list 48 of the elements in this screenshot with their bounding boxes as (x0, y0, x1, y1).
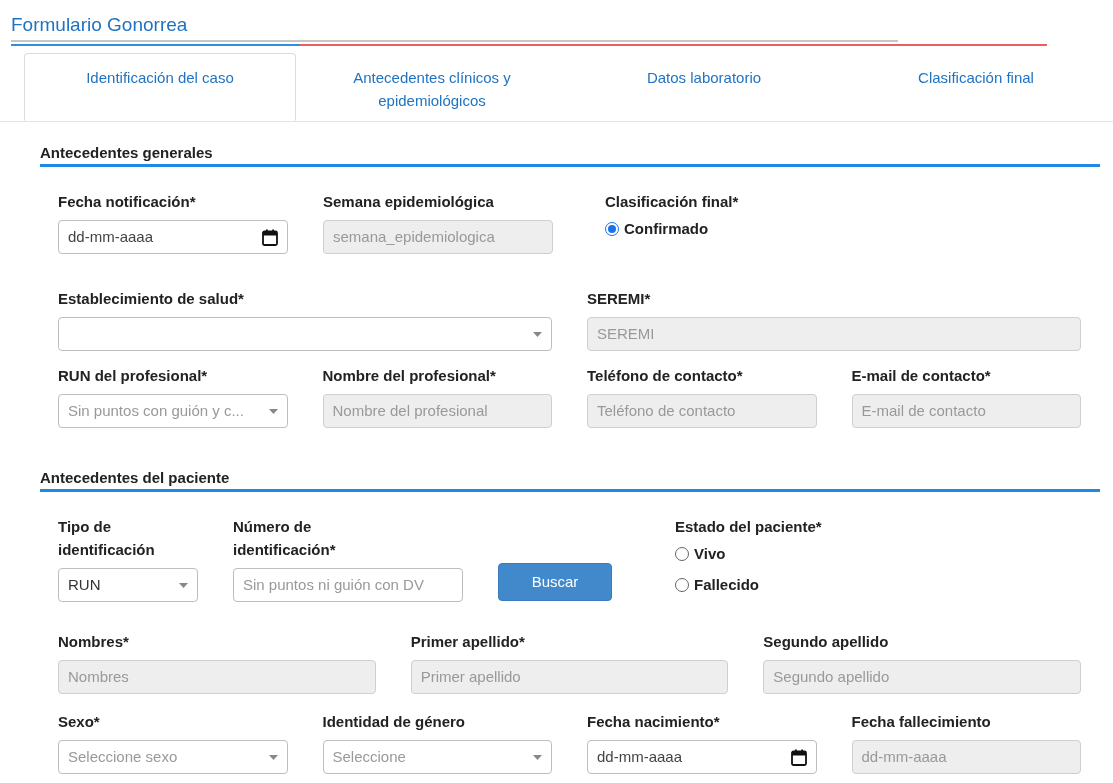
field-label: Establecimiento de salud* (58, 289, 245, 309)
date-field[interactable]: dd-mm-aaaa (58, 220, 288, 254)
field-label: Sexo* (58, 712, 101, 732)
radio-button[interactable] (675, 577, 689, 592)
radio-button[interactable] (605, 222, 619, 237)
field-label: Segundo apellido (763, 632, 890, 652)
field-label: RUN del profesional* (58, 366, 209, 386)
section-heading: Antecedentes del paciente (40, 468, 231, 488)
section-heading: Antecedentes generales (40, 143, 214, 163)
date-field[interactable]: dd-mm-aaaa (587, 740, 817, 774)
text-field[interactable]: Sin puntos ni guión con DV (233, 568, 463, 602)
field-label: Estado del paciente* (675, 517, 823, 537)
field-label: Semana epidemiológica (323, 192, 495, 212)
select-field[interactable] (58, 317, 552, 351)
field-label: Fecha fallecimiento (851, 712, 992, 732)
caret-icon (179, 582, 188, 588)
field-label: Fecha nacimiento* (587, 712, 721, 732)
radio-button[interactable] (675, 547, 689, 562)
tab[interactable]: Antecedentes clínicos y epidemiológicos (296, 53, 568, 121)
select-field[interactable]: Seleccione (322, 740, 552, 774)
caret-icon (268, 408, 278, 414)
field-label: Primer apellido* (410, 632, 526, 652)
field-label: Identidad de género (322, 712, 466, 732)
tab[interactable]: Datos laboratorio (568, 53, 840, 121)
select-field[interactable]: RUN (58, 568, 198, 602)
select-field[interactable]: Seleccione sexo (58, 740, 288, 774)
calendar-icon (262, 228, 278, 246)
field-label: Tipo de identificación (58, 517, 156, 560)
caret-icon (533, 331, 542, 337)
select-field[interactable]: Sin puntos con guión y c... (58, 394, 288, 428)
field-label: Clasificación final* (605, 192, 740, 212)
search-button[interactable]: Buscar (498, 563, 612, 601)
field-label: SEREMI* (587, 289, 652, 309)
caret-icon (268, 754, 278, 760)
page-title: Formulario Gonorrea (11, 13, 189, 37)
radio-label: Confirmado (624, 219, 709, 239)
radio-label: Fallecido (694, 574, 760, 595)
field-label: E-mail de contacto* (851, 366, 992, 386)
field-label: Teléfono de contacto* (587, 366, 744, 386)
tab[interactable]: Clasificación final (840, 53, 1112, 121)
field-label: Nombre del profesional* (322, 366, 497, 386)
field-label: Fecha notificación* (58, 192, 197, 212)
tab[interactable]: Identificación del caso (24, 53, 296, 121)
caret-icon (533, 754, 542, 760)
field-label: Nombres* (58, 632, 130, 652)
calendar-icon (790, 748, 807, 766)
radio-label: Vivo (694, 544, 726, 564)
field-label: Número de identificación* (233, 517, 337, 560)
